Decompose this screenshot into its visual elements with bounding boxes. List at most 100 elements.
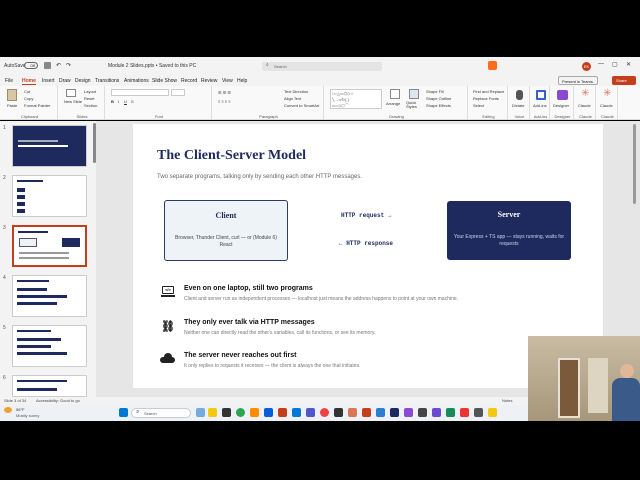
paste-icon[interactable] bbox=[7, 89, 17, 101]
align-text-button[interactable]: Align Text bbox=[284, 96, 301, 101]
bullets-icon[interactable]: ☰ ☰ ☰ bbox=[218, 90, 231, 95]
copilot-icon[interactable] bbox=[488, 61, 497, 70]
smartart-button[interactable]: Convert to SmartArt bbox=[284, 103, 319, 108]
menu-help[interactable]: Help bbox=[237, 78, 247, 84]
designer-button[interactable]: Designer bbox=[553, 103, 569, 108]
strikethrough-button[interactable]: S bbox=[131, 99, 134, 104]
layout-button[interactable]: Layout bbox=[84, 89, 96, 94]
format-painter-button[interactable]: Format Painter bbox=[24, 103, 50, 108]
app-icon[interactable] bbox=[320, 408, 329, 417]
slide-thumbnail-5[interactable] bbox=[12, 325, 87, 367]
slide-thumbnail-2[interactable] bbox=[12, 175, 87, 217]
powerpoint-icon[interactable] bbox=[362, 408, 371, 417]
slide-thumbnail-4[interactable] bbox=[12, 275, 87, 317]
shape-fill-button[interactable]: Shape Fill bbox=[426, 89, 444, 94]
claude-icon[interactable]: ✳ bbox=[581, 88, 589, 99]
taskbar-search[interactable]: ⌕ Search bbox=[131, 408, 191, 418]
slide-thumbnail-6[interactable] bbox=[12, 375, 87, 397]
claude-icon[interactable]: ✳ bbox=[603, 88, 611, 99]
app-icon[interactable] bbox=[250, 408, 259, 417]
menu-animations[interactable]: Animations bbox=[124, 78, 149, 84]
maximize-icon[interactable]: ▢ bbox=[612, 61, 618, 68]
teams-icon[interactable] bbox=[306, 408, 315, 417]
terminal-icon[interactable] bbox=[418, 408, 427, 417]
arrange-button[interactable]: Arrange bbox=[386, 101, 400, 106]
menu-draw[interactable]: Draw bbox=[59, 78, 71, 84]
app-icon[interactable] bbox=[488, 408, 497, 417]
app-icon[interactable] bbox=[460, 408, 469, 417]
designer-icon[interactable] bbox=[557, 90, 568, 100]
menu-review[interactable]: Review bbox=[201, 78, 217, 84]
replace-fonts-button[interactable]: Replace Fonts bbox=[473, 96, 499, 101]
copy-button[interactable]: Copy bbox=[24, 96, 33, 101]
avatar[interactable]: EK bbox=[582, 62, 591, 71]
underline-button[interactable]: U bbox=[124, 99, 127, 104]
app-icon[interactable] bbox=[208, 408, 217, 417]
dictate-button[interactable]: Dictate bbox=[512, 103, 524, 108]
app-icon[interactable] bbox=[390, 408, 399, 417]
app-icon[interactable] bbox=[432, 408, 441, 417]
claude-button-1[interactable]: Claude bbox=[578, 103, 591, 108]
menu-design[interactable]: Design bbox=[75, 78, 91, 84]
weather-icon[interactable] bbox=[4, 407, 12, 413]
addins-icon[interactable] bbox=[536, 90, 546, 100]
menu-insert[interactable]: Insert bbox=[42, 78, 55, 84]
text-direction-button[interactable]: Text Direction bbox=[284, 89, 308, 94]
arrange-icon[interactable] bbox=[390, 89, 400, 99]
paste-button[interactable]: Paste bbox=[7, 103, 17, 108]
shape-effects-button[interactable]: Shape Effects bbox=[426, 103, 451, 108]
menu-record[interactable]: Record bbox=[181, 78, 197, 84]
new-slide-button[interactable]: New Slide bbox=[64, 99, 82, 104]
undo-icon[interactable]: ↶ bbox=[56, 62, 61, 69]
menu-slide-show[interactable]: Slide Show bbox=[152, 78, 177, 84]
bold-button[interactable]: B bbox=[111, 99, 114, 104]
search-box[interactable]: ⌕ Search bbox=[262, 62, 382, 71]
menu-view[interactable]: View bbox=[222, 78, 233, 84]
accessibility-status[interactable]: Accessibility: Good to go bbox=[36, 398, 80, 403]
app-icon[interactable] bbox=[334, 408, 343, 417]
align-icons[interactable]: ≡ ≡ ≡ ≡ bbox=[218, 99, 231, 104]
quick-styles-icon[interactable] bbox=[409, 89, 419, 99]
close-icon[interactable]: ✕ bbox=[626, 61, 631, 68]
section-button[interactable]: Section bbox=[84, 103, 97, 108]
shapes-gallery[interactable]: □○△▭⬠◇☆ ╲→⇒↻{ } ▭○◇⬡⌒ bbox=[330, 89, 382, 109]
shape-outline-button[interactable]: Shape Outline bbox=[426, 96, 451, 101]
addins-button[interactable]: Add-ins bbox=[533, 103, 547, 108]
app-icon[interactable] bbox=[278, 408, 287, 417]
quick-styles-button[interactable]: Quick Styles bbox=[406, 101, 424, 109]
font-name-select[interactable] bbox=[111, 89, 169, 96]
slide-thumbnail-1[interactable] bbox=[12, 125, 87, 167]
editor-scrollbar[interactable] bbox=[633, 124, 636, 204]
menu-transitions[interactable]: Transitions bbox=[95, 78, 119, 84]
cut-button[interactable]: Cut bbox=[24, 89, 30, 94]
windows-start-icon[interactable] bbox=[119, 408, 128, 417]
reset-button[interactable]: Reset bbox=[84, 96, 94, 101]
app-icon[interactable] bbox=[196, 408, 205, 417]
present-in-teams-button[interactable]: Present in Teams bbox=[558, 76, 598, 85]
share-button[interactable]: Share bbox=[612, 76, 636, 85]
claude-button-2[interactable]: Claude bbox=[600, 103, 613, 108]
microphone-icon[interactable] bbox=[516, 90, 523, 100]
font-size-select[interactable] bbox=[171, 89, 185, 96]
new-slide-icon[interactable] bbox=[66, 89, 76, 97]
claude-icon[interactable] bbox=[348, 408, 357, 417]
notes-button[interactable]: Notes bbox=[502, 398, 512, 403]
find-replace-button[interactable]: Find and Replace bbox=[473, 89, 504, 94]
menu-file[interactable]: File bbox=[5, 78, 13, 84]
app-icon[interactable] bbox=[222, 408, 231, 417]
outlook-icon[interactable] bbox=[292, 408, 301, 417]
app-icon[interactable] bbox=[264, 408, 273, 417]
chrome-icon[interactable] bbox=[236, 408, 245, 417]
italic-button[interactable]: I bbox=[118, 99, 119, 104]
slide-thumbnail-3-selected[interactable] bbox=[12, 225, 87, 267]
save-icon[interactable] bbox=[44, 62, 51, 69]
app-icon[interactable] bbox=[474, 408, 483, 417]
app-icon[interactable] bbox=[404, 408, 413, 417]
minimize-icon[interactable]: — bbox=[598, 61, 604, 67]
redo-icon[interactable]: ↷ bbox=[66, 62, 71, 69]
menu-home[interactable]: Home bbox=[22, 78, 36, 85]
select-button[interactable]: Select bbox=[473, 103, 484, 108]
app-icon[interactable] bbox=[446, 408, 455, 417]
autosave-toggle[interactable]: Off bbox=[24, 62, 38, 69]
vscode-icon[interactable] bbox=[376, 408, 385, 417]
